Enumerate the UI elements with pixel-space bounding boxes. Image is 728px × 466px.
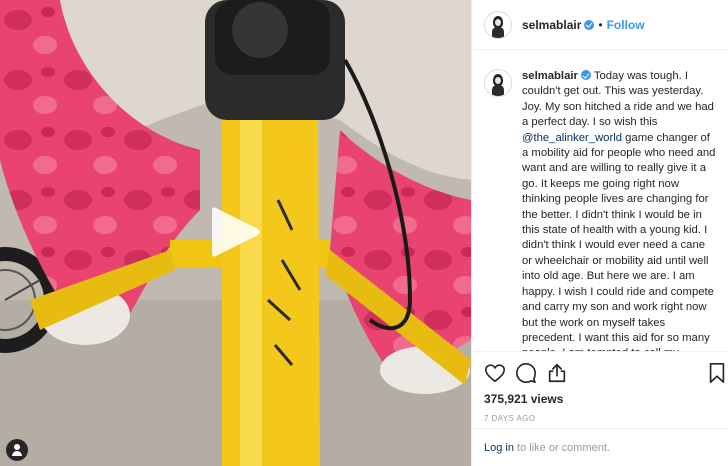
login-link[interactable]: Log in (484, 442, 514, 454)
mention-link[interactable]: @the_alinker_world (522, 132, 622, 144)
like-button[interactable] (484, 362, 506, 384)
heart-icon (485, 364, 505, 383)
save-button[interactable] (706, 362, 728, 384)
post-timestamp[interactable]: 7 DAYS AGO (484, 414, 716, 423)
verified-badge-icon (584, 19, 595, 30)
username-link[interactable]: selmablair (522, 18, 581, 32)
post-media[interactable] (0, 0, 471, 466)
action-icon-row (484, 360, 725, 386)
caption-text: selmablair Today was tough. I couldn't g… (522, 69, 716, 351)
avatar[interactable] (484, 10, 512, 39)
avatar[interactable] (484, 69, 512, 97)
post-actions: 375,921 views 7 DAYS AGO (472, 351, 728, 423)
post-header: selmablair • Follow (472, 0, 728, 50)
play-button[interactable] (210, 204, 262, 260)
verified-badge-icon (580, 70, 591, 80)
user-tag-icon[interactable] (6, 439, 28, 461)
play-icon (212, 207, 260, 257)
post-side-panel: selmablair • Follow selmablair Today was… (471, 0, 728, 466)
caption-username-link[interactable]: selmablair (522, 70, 578, 82)
comment-button[interactable] (515, 362, 537, 384)
share-icon (548, 363, 566, 383)
view-count[interactable]: 375,921 views (484, 392, 716, 406)
comment-prompt-text: to like or comment. (513, 442, 610, 454)
caption-section: selmablair Today was tough. I couldn't g… (472, 51, 728, 351)
separator-dot: • (598, 17, 603, 32)
caption-body-continued: game changer of a mobility aid for peopl… (522, 131, 716, 351)
comment-icon (516, 363, 536, 383)
comment-login-bar: Log in to like or comment. (472, 428, 728, 466)
bookmark-icon (709, 363, 725, 383)
share-button[interactable] (546, 362, 568, 384)
follow-button[interactable]: Follow (607, 18, 645, 32)
